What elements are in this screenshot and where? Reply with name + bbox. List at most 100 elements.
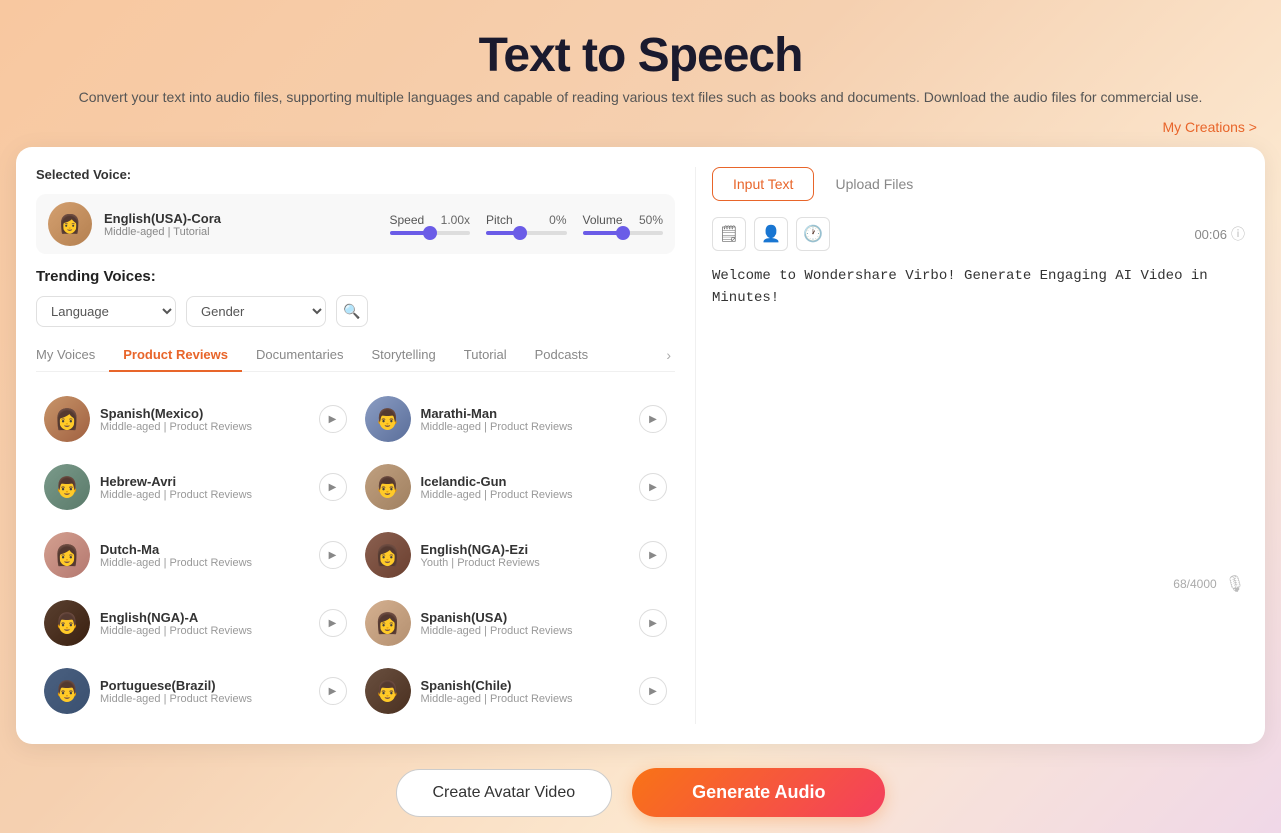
play-btn-4[interactable]: ▶ <box>319 541 347 569</box>
page-subtitle: Convert your text into audio files, supp… <box>20 89 1261 105</box>
vc-meta-6: Middle-aged | Product Reviews <box>100 625 309 637</box>
voice-card-english-nga-a[interactable]: 👨 English(NGA)-A Middle-aged | Product R… <box>36 590 355 656</box>
my-creations-link[interactable]: My Creations > <box>1162 119 1257 135</box>
person-icon-btn[interactable]: 👤 <box>754 217 788 251</box>
selected-voice-info: English(USA)-Cora Middle-aged | Tutorial <box>104 211 378 238</box>
clock-icon: 🕐 <box>803 224 823 244</box>
selected-voice-meta: Middle-aged | Tutorial <box>104 226 378 238</box>
language-select[interactable]: Language <box>36 296 176 327</box>
page-title: Text to Speech <box>20 28 1261 83</box>
voice-card-icelandic-gun[interactable]: 👨 Icelandic-Gun Middle-aged | Product Re… <box>357 454 676 520</box>
vc-meta-7: Middle-aged | Product Reviews <box>421 625 630 637</box>
right-panel: Input Text Upload Files 🗒 👤 🕐 00:06 ⓘ We… <box>712 167 1245 724</box>
voice-avatar-spanish-mexico: 👩 <box>44 396 90 442</box>
text-icon-btn[interactable]: 🗒 <box>712 217 746 251</box>
voice-card-spanish-mexico[interactable]: 👩 Spanish(Mexico) Middle-aged | Product … <box>36 386 355 452</box>
tab-product-reviews[interactable]: Product Reviews <box>109 339 242 372</box>
play-btn-3[interactable]: ▶ <box>639 473 667 501</box>
person-icon: 👤 <box>761 224 781 244</box>
pitch-value: 0% <box>549 213 566 227</box>
vc-meta-3: Middle-aged | Product Reviews <box>421 489 630 501</box>
category-tabs: My Voices Product Reviews Documentaries … <box>36 339 675 372</box>
generate-audio-button[interactable]: Generate Audio <box>632 768 885 817</box>
mic-icon[interactable]: 🎙 <box>1225 574 1245 594</box>
vc-name-4: Dutch-Ma <box>100 542 309 557</box>
vc-name-2: Hebrew-Avri <box>100 474 309 489</box>
pitch-slider[interactable] <box>486 231 567 235</box>
clock-icon-btn[interactable]: 🕐 <box>796 217 830 251</box>
vc-name-0: Spanish(Mexico) <box>100 406 309 421</box>
selected-voice-name: English(USA)-Cora <box>104 211 378 226</box>
tabs-scroll-right[interactable]: › <box>662 343 675 367</box>
text-input[interactable]: Welcome to Wondershare Virbo! Generate E… <box>712 261 1245 561</box>
main-container: Selected Voice: 👩 English(USA)-Cora Midd… <box>16 147 1265 744</box>
vc-meta-8: Middle-aged | Product Reviews <box>100 693 309 705</box>
vc-name-6: English(NGA)-A <box>100 610 309 625</box>
selected-voice-label: Selected Voice: <box>36 167 675 182</box>
vc-name-5: English(NGA)-Ezi <box>421 542 630 557</box>
voice-avatar-english-nga-ezi: 👩 <box>365 532 411 578</box>
vc-meta-2: Middle-aged | Product Reviews <box>100 489 309 501</box>
speed-slider[interactable] <box>390 231 471 235</box>
voice-card-marathi-man[interactable]: 👨 Marathi-Man Middle-aged | Product Revi… <box>357 386 676 452</box>
sliders-row: Speed 1.00x Pitch 0% Volume 50% <box>390 213 664 235</box>
vc-name-8: Portuguese(Brazil) <box>100 678 309 693</box>
voice-avatar-hebrew-avri: 👨 <box>44 464 90 510</box>
pitch-slider-group: Pitch 0% <box>486 213 567 235</box>
tab-tutorial[interactable]: Tutorial <box>450 339 521 372</box>
text-toolbar: 🗒 👤 🕐 00:06 ⓘ <box>712 217 1245 251</box>
vc-name-7: Spanish(USA) <box>421 610 630 625</box>
time-value: 00:06 <box>1194 227 1227 242</box>
voice-avatar-portuguese-brazil: 👨 <box>44 668 90 714</box>
tab-upload-files[interactable]: Upload Files <box>814 167 934 201</box>
volume-slider-group: Volume 50% <box>583 213 664 235</box>
voice-card-spanish-usa[interactable]: 👩 Spanish(USA) Middle-aged | Product Rev… <box>357 590 676 656</box>
voices-grid: 👩 Spanish(Mexico) Middle-aged | Product … <box>36 386 675 724</box>
voice-selector[interactable]: 👩 English(USA)-Cora Middle-aged | Tutori… <box>36 194 675 254</box>
gender-select[interactable]: Gender <box>186 296 326 327</box>
vc-meta-4: Middle-aged | Product Reviews <box>100 557 309 569</box>
vc-meta-9: Middle-aged | Product Reviews <box>421 693 630 705</box>
voice-card-hebrew-avri[interactable]: 👨 Hebrew-Avri Middle-aged | Product Revi… <box>36 454 355 520</box>
voice-avatar-marathi-man: 👨 <box>365 396 411 442</box>
tab-podcasts[interactable]: Podcasts <box>521 339 602 372</box>
tab-documentaries[interactable]: Documentaries <box>242 339 357 372</box>
text-area-container: Welcome to Wondershare Virbo! Generate E… <box>712 261 1245 724</box>
play-btn-5[interactable]: ▶ <box>639 541 667 569</box>
volume-value: 50% <box>639 213 663 227</box>
voice-card-spanish-chile[interactable]: 👨 Spanish(Chile) Middle-aged | Product R… <box>357 658 676 724</box>
speed-slider-group: Speed 1.00x <box>390 213 471 235</box>
voice-card-portuguese-brazil[interactable]: 👨 Portuguese(Brazil) Middle-aged | Produ… <box>36 658 355 724</box>
voice-avatar-spanish-usa: 👩 <box>365 600 411 646</box>
text-tabs: Input Text Upload Files <box>712 167 1245 201</box>
voice-avatar-icelandic-gun: 👨 <box>365 464 411 510</box>
play-btn-6[interactable]: ▶ <box>319 609 347 637</box>
vc-name-9: Spanish(Chile) <box>421 678 630 693</box>
voice-card-dutch-ma[interactable]: 👩 Dutch-Ma Middle-aged | Product Reviews… <box>36 522 355 588</box>
voice-avatar-english-nga-a: 👨 <box>44 600 90 646</box>
play-btn-2[interactable]: ▶ <box>319 473 347 501</box>
avatar-image: 👩 <box>48 202 92 246</box>
time-display: 00:06 ⓘ <box>1194 224 1245 244</box>
tab-storytelling[interactable]: Storytelling <box>357 339 449 372</box>
play-btn-8[interactable]: ▶ <box>319 677 347 705</box>
search-button[interactable]: 🔍 <box>336 295 368 327</box>
play-btn-7[interactable]: ▶ <box>639 609 667 637</box>
info-icon: ⓘ <box>1231 224 1245 244</box>
vc-meta-5: Youth | Product Reviews <box>421 557 630 569</box>
trending-label: Trending Voices: <box>36 268 675 285</box>
vc-meta-1: Middle-aged | Product Reviews <box>421 421 630 433</box>
search-icon: 🔍 <box>343 303 360 320</box>
play-btn-0[interactable]: ▶ <box>319 405 347 433</box>
selected-voice-avatar: 👩 <box>48 202 92 246</box>
create-avatar-button[interactable]: Create Avatar Video <box>396 769 613 817</box>
bottom-bar: Create Avatar Video Generate Audio <box>0 744 1281 833</box>
play-btn-9[interactable]: ▶ <box>639 677 667 705</box>
play-btn-1[interactable]: ▶ <box>639 405 667 433</box>
page-header: Text to Speech Convert your text into au… <box>0 0 1281 115</box>
volume-slider[interactable] <box>583 231 664 235</box>
tab-my-voices[interactable]: My Voices <box>36 339 109 372</box>
tab-input-text[interactable]: Input Text <box>712 167 814 201</box>
filter-row: Language Gender 🔍 <box>36 295 675 327</box>
voice-card-english-nga-ezi[interactable]: 👩 English(NGA)-Ezi Youth | Product Revie… <box>357 522 676 588</box>
